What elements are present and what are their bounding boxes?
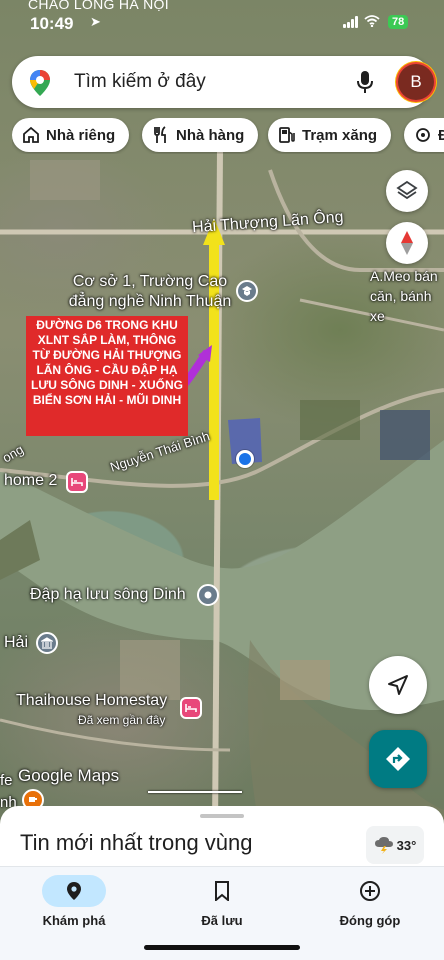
bookmark-icon [215,881,229,901]
location-arrow-icon: ➤ [90,14,101,29]
chip-gas-station-label: Trạm xăng [302,126,378,144]
nav-explore[interactable]: Khám phá [0,875,148,928]
poi-label-fe: fe [0,772,13,789]
bank-poi-icon[interactable] [36,632,58,654]
sheet-title: Tin mới nhất trong vùng [20,830,253,855]
avatar[interactable]: B [398,64,434,100]
hai-label-text: Hải [4,634,29,651]
home2-label-text: home 2 [4,472,58,489]
layers-icon [396,180,418,200]
homestay-pin-icon[interactable] [180,697,202,719]
sheet-drag-handle[interactable] [200,814,244,818]
category-chips: Nhà riêng Nhà hàng Trạm xăng Đ [12,118,444,154]
route-annotation-box: Đường D6 trong khu XLNT sắp làm, thông t… [26,316,188,436]
chip-museum[interactable]: Đ [404,118,444,152]
layers-button[interactable] [386,170,428,212]
chip-home[interactable]: Nhà riêng [12,118,130,152]
bottom-sheet[interactable]: Tin mới nhất trong vùng 33° [0,806,444,870]
home-icon [23,126,39,143]
school-poi-icon[interactable] [236,280,258,302]
restaurant-icon [154,126,166,143]
carrier-name: CHÀO LONG HÀ NỘI [28,0,169,12]
compass-button[interactable] [386,222,428,264]
hotel-pin-icon[interactable] [66,471,88,493]
weather-temp: 33° [396,837,417,853]
poi-label-homestay[interactable]: Thaihouse Homestay [16,692,167,710]
weather-badge[interactable]: 33° [366,826,424,864]
wifi-icon [364,14,380,30]
nav-contribute-label: Đóng góp [339,913,401,928]
map-scale-line [148,791,242,793]
poi-label-school[interactable]: Cơ sở 1, Trường Cao đẳng nghề Ninh Thuận [60,272,240,312]
status-time: 10:49 [30,14,74,33]
school-label-text: Cơ sở 1, Trường Cao đẳng nghề Ninh Thuận [68,273,232,310]
nav-saved[interactable]: Đã lưu [148,875,296,928]
museum-icon [416,128,430,142]
shop-label-text: A.Meo bán căn, bánh xe [370,268,438,324]
directions-icon [386,747,410,771]
status-bar: CHÀO LONG HÀ NỘI 10:49 ➤ 78 [0,0,444,44]
nav-saved-label: Đã lưu [201,913,243,928]
my-location-button[interactable] [369,656,427,714]
poi-label-shop[interactable]: A.Meo bán căn, bánh xe [370,266,444,326]
search-bar[interactable]: Tìm kiếm ở đây B [12,56,434,108]
microphone-icon[interactable] [356,70,374,99]
home-indicator[interactable] [144,945,300,950]
chip-restaurant-label: Nhà hàng [176,126,245,144]
poi-label-dam[interactable]: Đập hạ lưu sông Dinh [30,586,186,604]
dam-poi-icon[interactable] [197,584,219,606]
gas-station-icon [279,127,295,143]
chip-museum-label: Đ [438,126,444,144]
compass-icon [401,231,413,255]
add-circle-icon [360,881,380,901]
nav-explore-label: Khám phá [42,913,106,928]
explore-pin-icon [67,882,81,900]
google-maps-pin-icon [28,69,52,102]
signal-icon [343,16,359,28]
chip-gas-station[interactable]: Trạm xăng [268,118,392,152]
google-maps-watermark: Google Maps [18,766,120,785]
search-input[interactable]: Tìm kiếm ở đây [74,71,206,93]
poi-label-hai[interactable]: Hải [4,634,28,652]
chip-restaurant[interactable]: Nhà hàng [142,118,259,152]
directions-button[interactable] [369,730,427,788]
battery-indicator: 78 [388,15,409,29]
chip-home-label: Nhà riêng [46,126,116,144]
dam-label-text: Đập hạ lưu sông Dinh [30,586,186,603]
nav-contribute[interactable]: Đóng góp [296,875,444,928]
homestay-sub-label: Đã xem gần đây [78,713,166,727]
current-location-dot[interactable] [236,450,254,468]
poi-label-home2[interactable]: home 2 [4,472,57,490]
navigation-arrow-icon [388,675,408,695]
homestay-label-text: Thaihouse Homestay [16,692,168,709]
thunderstorm-icon [374,837,393,854]
